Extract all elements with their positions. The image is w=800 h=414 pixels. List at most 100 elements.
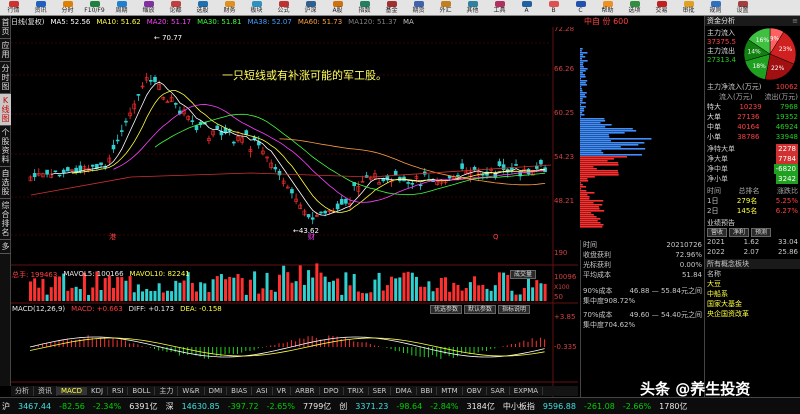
left-tab[interactable]: 自选股 <box>0 167 11 199</box>
indicator-tab[interactable]: SER <box>369 387 392 395</box>
perf-tab[interactable]: 净利 <box>729 228 750 237</box>
concept-item[interactable]: 央企国资改革 <box>705 309 800 319</box>
toolbar-item[interactable]: 周期 <box>108 0 135 16</box>
indicator-tab[interactable]: MACD <box>57 387 87 395</box>
chip-bar <box>580 200 604 202</box>
perf-tab[interactable]: 预测 <box>751 228 772 237</box>
status-item: -82.56 <box>59 401 85 411</box>
volume-bar <box>282 265 286 301</box>
dea-line <box>29 337 545 357</box>
toolbar-item[interactable]: 缩放 <box>135 0 162 16</box>
toolbar-item[interactable]: F10/F9 <box>81 0 108 16</box>
toolbar-label: 分时 <box>61 7 74 14</box>
watermark: 头条 @养生投资 <box>640 380 751 398</box>
indicator-tab[interactable]: 资讯 <box>34 386 57 396</box>
indicator-tab[interactable]: 分析 <box>11 386 34 396</box>
toolbar-item[interactable]: 选股 <box>189 0 216 16</box>
volume-type-button[interactable]: 成交量 <box>510 270 537 279</box>
ma-label: MA60: 51.73 <box>297 17 343 26</box>
macd-option-button[interactable]: 指标说明 <box>498 305 531 314</box>
rank-h-pct: 涨跌比 <box>777 187 798 195</box>
toolbar-item[interactable]: 分时 <box>54 0 81 16</box>
toolbar-item[interactable]: 规则 <box>702 0 729 16</box>
toolbar-label: 其他 <box>466 7 479 14</box>
chart-period-label[interactable]: 日线(复权) <box>11 17 44 27</box>
toolbar-item[interactable]: 板块 <box>243 0 270 16</box>
toolbar-item[interactable]: 外汇 <box>432 0 459 16</box>
indicator-tab[interactable]: DMI <box>205 387 228 395</box>
toolbar-item[interactable]: 指数 <box>351 0 378 16</box>
indicator-tab[interactable]: DMA <box>391 387 417 395</box>
indicator-tab[interactable]: ARBR <box>291 387 320 395</box>
indicator-tab[interactable]: RSI <box>108 387 129 395</box>
toolbar-item[interactable]: C <box>567 0 594 16</box>
toolbar-item[interactable]: 资讯 <box>27 0 54 16</box>
toolbar-item[interactable]: 公式 <box>270 0 297 16</box>
concept-item[interactable]: 中船系 <box>705 289 800 299</box>
left-tab[interactable]: 个股资料 <box>0 126 11 167</box>
perf-tab[interactable]: 营收 <box>707 228 728 237</box>
indicator-tab[interactable]: BOLL <box>128 387 156 395</box>
toolbar-item[interactable]: 设置 <box>729 0 756 16</box>
toolbar-item[interactable]: 期货 <box>405 0 432 16</box>
toolbar-item[interactable]: 审批 <box>675 0 702 16</box>
conc70: 集中度704.62% <box>583 321 636 329</box>
indicator-tab[interactable]: BBI <box>417 387 438 395</box>
volume-bar <box>394 278 398 301</box>
volume-bar <box>290 282 294 301</box>
toolbar-item[interactable]: 论都 <box>162 0 189 16</box>
chip-bar <box>580 82 586 84</box>
concept-item[interactable]: 国家大基金 <box>705 299 800 309</box>
candle-body <box>277 170 282 176</box>
indicator-tab[interactable]: OBV <box>463 387 487 395</box>
toolbar-item[interactable]: 财务 <box>216 0 243 16</box>
volume-bar <box>157 283 161 301</box>
event-marker[interactable]: Q <box>493 233 499 241</box>
indicator-tab[interactable]: EXPMA <box>510 387 544 395</box>
volume-bar <box>78 289 82 301</box>
indicator-tab[interactable]: W&R <box>178 387 205 395</box>
event-marker[interactable]: 财 <box>308 232 315 241</box>
concept-item[interactable]: 大豆 <box>705 279 800 289</box>
left-tab[interactable]: 首页 <box>0 16 11 39</box>
indicator-tab[interactable]: VR <box>273 387 292 395</box>
toolbar-item[interactable]: A股 <box>324 0 351 16</box>
toolbar-item[interactable]: A <box>513 0 540 16</box>
toolbar-item[interactable]: 帮助 <box>594 0 621 16</box>
left-tab[interactable]: 综合排名 <box>0 199 11 240</box>
volume-bar <box>377 272 381 301</box>
left-tab[interactable]: 应用 <box>0 39 11 62</box>
chip-bar <box>580 62 584 64</box>
toolbar-item[interactable]: 其他 <box>459 0 486 16</box>
macd-option-button[interactable]: 默认参数 <box>464 305 497 314</box>
toolbar-item[interactable]: 基金 <box>378 0 405 16</box>
indicator-tab[interactable]: BIAS <box>227 387 253 395</box>
indicator-tab[interactable]: 主力 <box>155 386 179 396</box>
chip-bar <box>580 214 594 216</box>
toolbar-item[interactable]: 选项 <box>621 0 648 16</box>
toolbar-item[interactable]: B <box>540 0 567 16</box>
toolbar-item[interactable]: 沪深 <box>297 0 324 16</box>
indicator-tab[interactable]: SAR <box>487 387 510 395</box>
volume-bar <box>29 281 32 301</box>
indicator-tab[interactable]: ASI <box>252 387 273 395</box>
toolbar-item[interactable]: 交易 <box>648 0 675 16</box>
event-marker[interactable]: 港 <box>109 232 116 241</box>
indicator-tab[interactable]: KDJ <box>87 387 109 395</box>
indicator-tab[interactable]: MTM <box>437 387 463 395</box>
left-tab[interactable]: 多 <box>0 240 11 254</box>
indicator-tab[interactable]: DPO <box>320 387 344 395</box>
status-item: 中小板指 <box>502 401 535 411</box>
left-tab-bar: 首页 应用 分时图 K线图 个股资料 自选股 综合排名多 <box>0 16 11 386</box>
toolbar-item[interactable]: 工具 <box>486 0 513 16</box>
left-tab[interactable]: K线图 <box>0 94 11 126</box>
volume-bar <box>535 280 539 301</box>
chip-bar <box>580 194 588 196</box>
macd-option-button[interactable]: 优选参数 <box>430 305 463 314</box>
toolbar-item[interactable]: 行情 <box>0 0 27 16</box>
net-row-label: 净小单 <box>707 175 728 183</box>
volume-bar <box>323 276 327 301</box>
indicator-tab[interactable]: TRIX <box>344 387 369 395</box>
status-item: -397.72 <box>227 401 259 411</box>
left-tab[interactable]: 分时图 <box>0 62 11 94</box>
